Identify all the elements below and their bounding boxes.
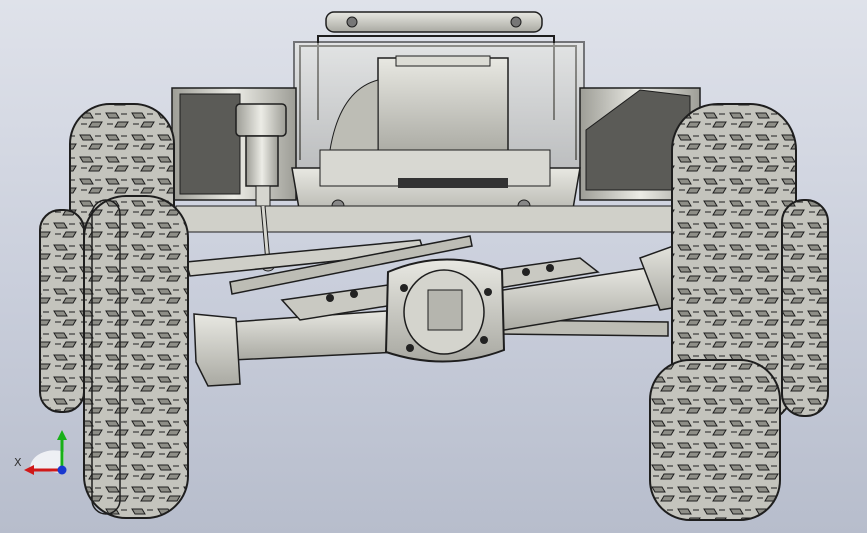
y-axis-arrowhead (57, 430, 67, 440)
z-axis-marker (57, 465, 67, 475)
top-plate (325, 11, 543, 33)
graphics-viewport[interactable]: X (0, 0, 867, 533)
tire-right-front (649, 359, 781, 521)
chassis-model[interactable] (0, 0, 867, 533)
tire-left-front (83, 195, 189, 519)
differential (384, 258, 506, 363)
x-axis-arrowhead (24, 465, 34, 475)
x-axis-label: X (14, 456, 22, 469)
